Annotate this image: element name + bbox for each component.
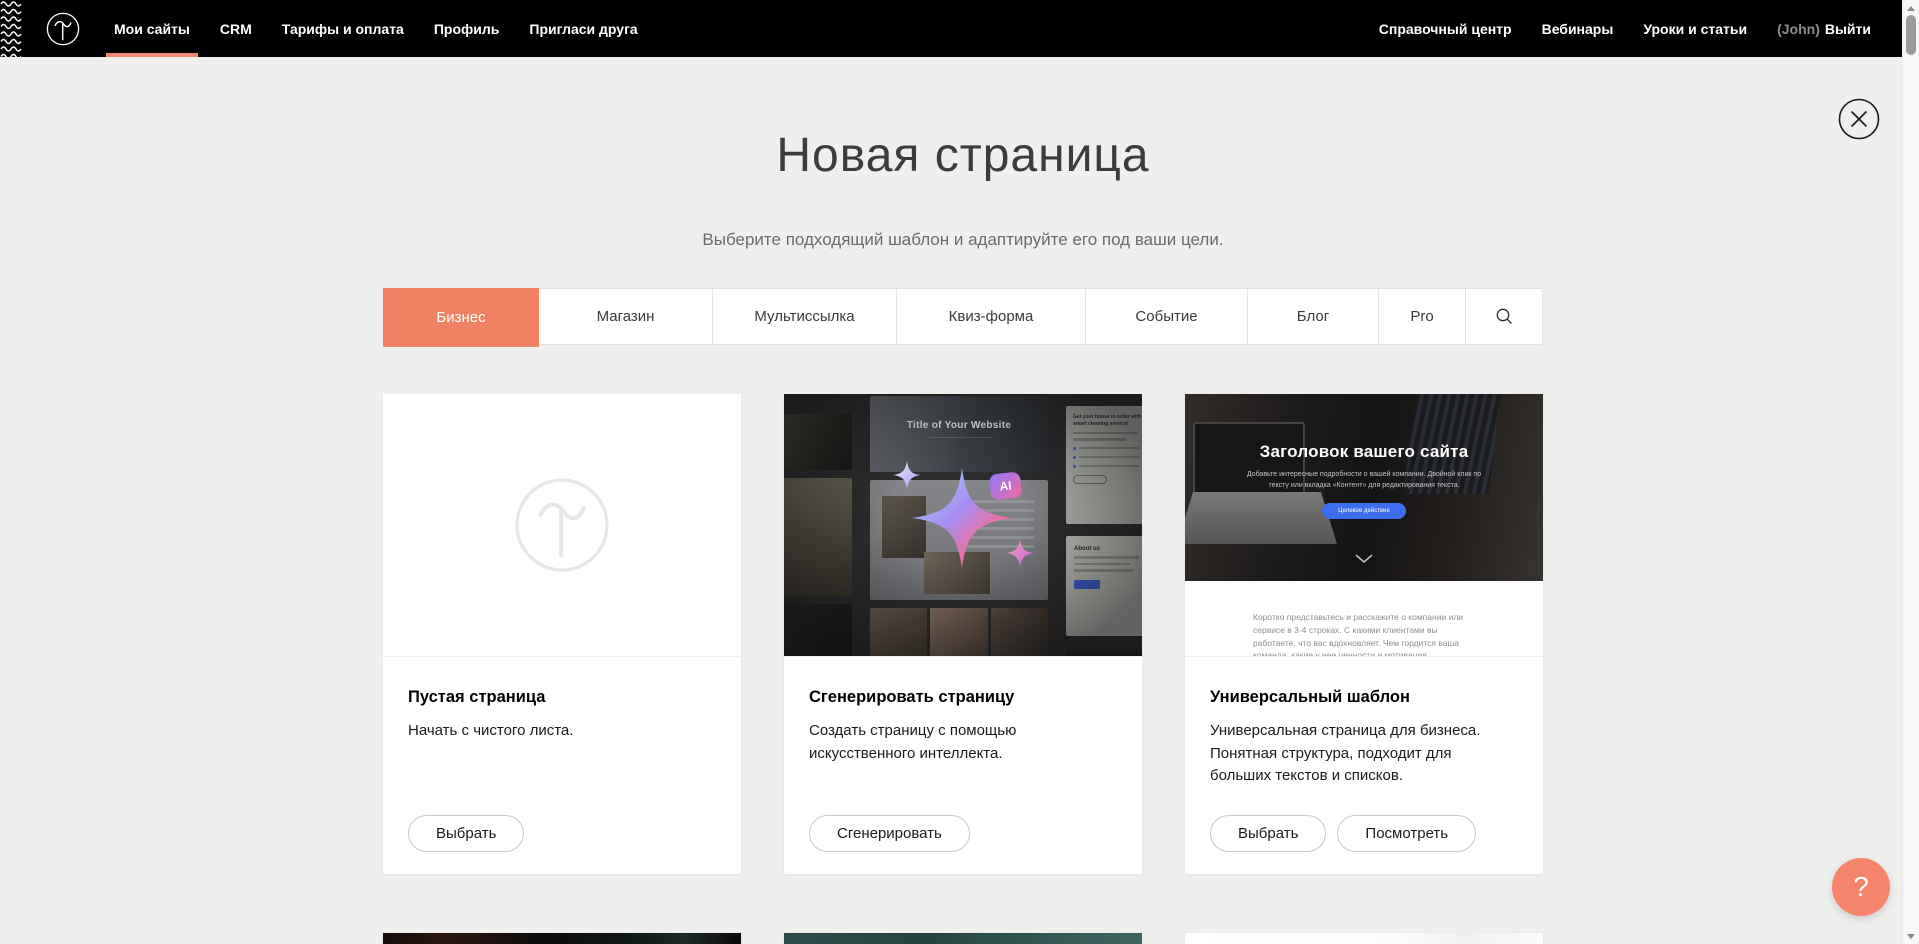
ai-badge: AI	[989, 471, 1023, 500]
ai-sparkle-icon	[892, 460, 1052, 590]
collage-about-tile: About us	[1066, 536, 1142, 636]
tab-event[interactable]: Событие	[1086, 289, 1248, 344]
card-info: Универсальный шаблон Универсальная стран…	[1185, 657, 1543, 874]
mock-hero-title: Заголовок вашего сайта	[1185, 442, 1543, 462]
app-window: Мои сайты CRM Тарифы и оплата Профиль Пр…	[0, 0, 1919, 944]
nav-item-profile[interactable]: Профиль	[419, 0, 515, 57]
nav-item-logout[interactable]: (John) Выйти	[1762, 0, 1886, 57]
card-description: Создать страницу с помощью искусственног…	[809, 720, 1059, 765]
choose-button[interactable]: Выбрать	[408, 815, 524, 852]
card-description: Начать с чистого листа.	[408, 720, 708, 743]
user-name: (John)	[1777, 21, 1820, 37]
template-cards-row-2	[383, 933, 1543, 944]
card-title: Пустая страница	[408, 688, 716, 707]
template-category-tabs: Бизнес Магазин Мультиссылка Квиз-форма С…	[383, 288, 1543, 345]
tab-blog[interactable]: Блог	[1248, 289, 1379, 344]
tab-quiz-form[interactable]: Квиз-форма	[897, 289, 1086, 344]
nav-item-webinars[interactable]: Вебинары	[1527, 0, 1629, 57]
page-subtitle: Выберите подходящий шаблон и адаптируйте…	[383, 230, 1543, 250]
tab-multilink[interactable]: Мультиссылка	[713, 289, 897, 344]
preview-button[interactable]: Посмотреть	[1337, 815, 1476, 852]
nav-right-group: Справочный центр Вебинары Уроки и статьи…	[1364, 0, 1886, 57]
scroll-down-icon[interactable]	[1903, 930, 1919, 942]
tilda-watermark-icon	[512, 475, 612, 575]
card-universal-template[interactable]: Заголовок вашего сайта Добавьте интересн…	[1185, 394, 1543, 874]
collage-photo-tile	[1066, 644, 1142, 657]
logout-label: Выйти	[1825, 21, 1871, 37]
card-description: Универсальная страница для бизнеса. Поня…	[1210, 720, 1510, 788]
card-title: Сгенерировать страницу	[809, 688, 1117, 707]
blank-page-preview	[383, 394, 741, 657]
nav-item-lessons[interactable]: Уроки и статьи	[1628, 0, 1762, 57]
top-navbar: Мои сайты CRM Тарифы и оплата Профиль Пр…	[0, 0, 1919, 57]
nav-item-crm[interactable]: CRM	[205, 0, 267, 57]
help-button[interactable]: ?	[1832, 858, 1890, 916]
collage-photo-tile	[784, 478, 852, 596]
tab-search[interactable]	[1466, 289, 1542, 344]
card-blank-page[interactable]: Пустая страница Начать с чистого листа. …	[383, 394, 741, 874]
nav-left-group: Мои сайты CRM Тарифы и оплата Профиль Пр…	[99, 0, 653, 57]
mock-heading: Get your house in order with a smart cle…	[1073, 414, 1142, 428]
ai-preview: Title of Your Website ──────────── ─────…	[784, 394, 1142, 657]
collage-photo-strip	[870, 608, 1048, 657]
choose-button[interactable]: Выбрать	[1210, 815, 1326, 852]
scrollbar	[1902, 0, 1919, 944]
collage-photo-tile	[784, 604, 852, 657]
collage-photo-tile	[784, 414, 852, 470]
card-info: Сгенерировать страницу Создать страницу …	[784, 657, 1142, 874]
mock-hero-subtitle: Добавьте интересные подробности о вашей …	[1244, 469, 1484, 491]
scroll-up-icon[interactable]	[1903, 2, 1919, 14]
generate-button[interactable]: Сгенерировать	[809, 815, 970, 852]
template-cards-row: Пустая страница Начать с чистого листа. …	[383, 394, 1543, 874]
card-info: Пустая страница Начать с чистого листа. …	[383, 657, 741, 874]
close-icon	[1838, 98, 1880, 140]
mock-site-title: Title of Your Website	[870, 420, 1048, 431]
nav-item-help-center[interactable]: Справочный центр	[1364, 0, 1527, 57]
mock-body-text: Коротко представьтесь и расскажите о ком…	[1253, 611, 1475, 657]
universal-template-preview: Заголовок вашего сайта Добавьте интересн…	[1185, 394, 1543, 657]
tab-pro[interactable]: Pro	[1379, 289, 1466, 344]
mock-site-subtitle: ──────────── ────────	[894, 435, 1024, 442]
card-partial-preview[interactable]	[784, 933, 1142, 944]
card-partial-preview[interactable]	[1185, 933, 1543, 944]
mock-body-section: Коротко представьтесь и расскажите о ком…	[1185, 581, 1543, 657]
search-icon	[1495, 307, 1514, 326]
mock-about-heading: About us	[1074, 546, 1142, 552]
card-title: Универсальный шаблон	[1210, 688, 1518, 707]
mock-cta-button: Целевое действие	[1322, 503, 1406, 519]
card-partial-preview[interactable]	[383, 933, 741, 944]
chevron-down-icon	[1355, 554, 1373, 563]
nav-item-tariffs[interactable]: Тарифы и оплата	[267, 0, 419, 57]
tilda-logo-icon[interactable]	[45, 11, 81, 47]
zigzag-pattern-icon	[0, 0, 22, 57]
collage-text-tile: Get your house in order with a smart cle…	[1066, 406, 1142, 524]
nav-item-invite-friend[interactable]: Пригласи друга	[514, 0, 652, 57]
tab-shop[interactable]: Магазин	[539, 289, 713, 344]
page-title: Новая страница	[383, 128, 1543, 183]
close-button[interactable]	[1838, 98, 1880, 140]
nav-item-my-sites[interactable]: Мои сайты	[99, 0, 205, 57]
card-ai-generate[interactable]: Title of Your Website ──────────── ─────…	[784, 394, 1142, 874]
scrollbar-thumb[interactable]	[1906, 15, 1916, 55]
tab-business[interactable]: Бизнес	[383, 288, 539, 347]
